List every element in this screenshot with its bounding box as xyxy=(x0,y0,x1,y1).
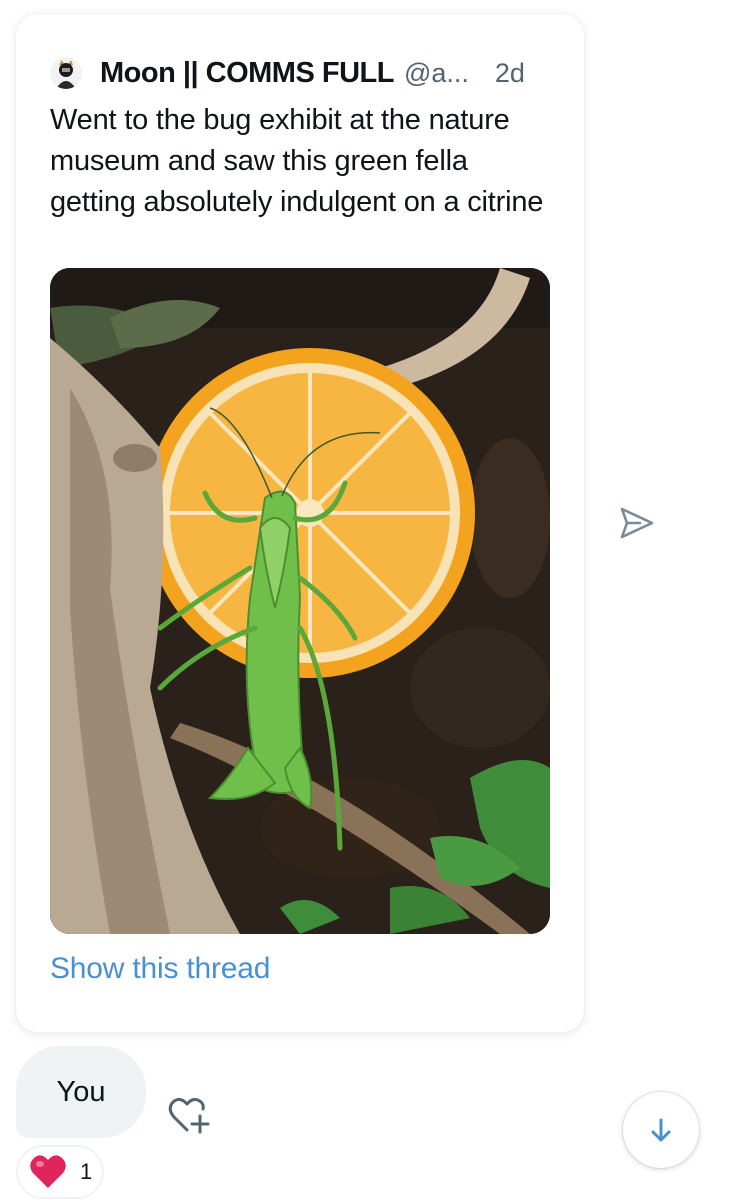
heart-plus-icon[interactable] xyxy=(166,1094,212,1136)
reaction-count: 1 xyxy=(80,1159,93,1184)
show-thread-link[interactable]: Show this thread xyxy=(50,952,270,986)
display-name[interactable]: Moon || COMMS FULL xyxy=(100,57,394,90)
message-text: You xyxy=(56,1075,106,1108)
scroll-to-bottom-button[interactable] xyxy=(623,1092,699,1168)
send-icon[interactable] xyxy=(618,505,656,541)
message-bubble[interactable]: You xyxy=(16,1046,146,1138)
arrow-down-icon xyxy=(651,1118,671,1142)
tweet-text: Went to the bug exhibit at the nature mu… xyxy=(50,104,544,218)
tweet-time: 2d xyxy=(494,57,525,88)
shared-tweet-card[interactable]: Moon || COMMS FULL @a... 2d Went to the … xyxy=(16,14,584,1032)
avatar[interactable] xyxy=(50,57,82,89)
tweet-header: Moon || COMMS FULL @a... 2d xyxy=(50,54,550,92)
katydid-orange-photo xyxy=(50,268,550,934)
tweet-photo[interactable] xyxy=(50,268,550,934)
heart-emoji-icon xyxy=(30,1155,66,1188)
reaction-pill[interactable]: 1 xyxy=(16,1145,104,1199)
user-handle[interactable]: @a... xyxy=(404,58,469,89)
dm-conversation: Moon || COMMS FULL @a... 2d Went to the … xyxy=(0,0,731,1200)
